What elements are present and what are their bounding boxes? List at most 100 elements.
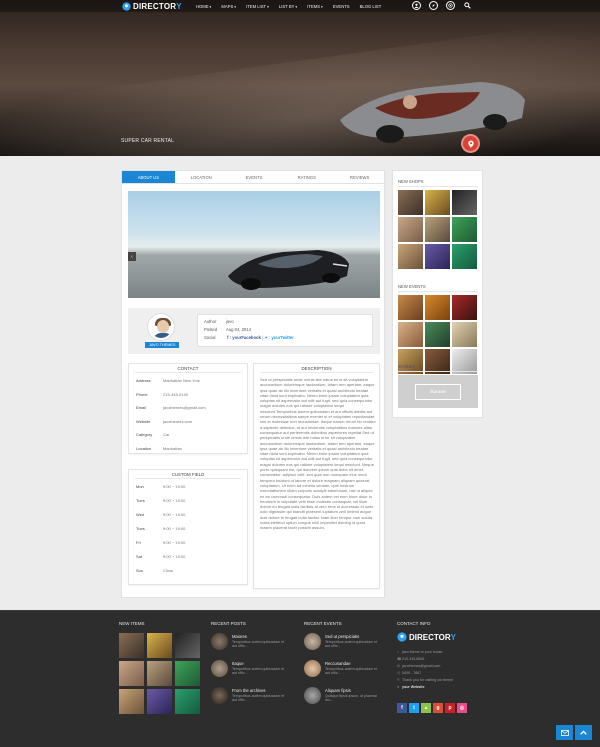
footer-item-thumbnail[interactable]	[119, 661, 144, 686]
recent-post-item[interactable]: Itaque Temporibus autem quibusdam et aut …	[211, 660, 291, 684]
post-thumbnail	[304, 660, 321, 677]
pinterest-icon[interactable]: p	[445, 703, 455, 713]
event-thumbnail[interactable]	[425, 322, 450, 347]
tab-about-us[interactable]: ABOUT US	[122, 171, 175, 183]
footer-item-thumbnail[interactable]	[147, 661, 172, 686]
shop-thumbnail[interactable]	[452, 190, 477, 215]
nav-item-list-by[interactable]: LIST BY	[279, 4, 297, 9]
footer-email[interactable]: ✉ javothemes@gmail.com	[397, 664, 440, 668]
map-pin-logo-icon	[397, 632, 407, 642]
facebook-icon[interactable]: f	[397, 703, 407, 713]
googleplus-icon[interactable]: g	[433, 703, 443, 713]
nav-item-maps[interactable]: MAPS	[221, 4, 236, 9]
footer-note: ✎ Thank you for visiting our theme	[397, 678, 454, 682]
footer-item-thumbnail[interactable]	[175, 661, 200, 686]
post-title[interactable]: Sed ut perspiciatis	[325, 634, 359, 639]
shop-thumbnail[interactable]	[398, 190, 423, 215]
event-thumbnail[interactable]	[398, 322, 423, 347]
detail-tabs: ABOUT US LOCATION EVENTS RATINGS REVIEWS	[122, 171, 386, 184]
shop-thumbnail[interactable]	[452, 217, 477, 242]
contact-title: CONTACT	[135, 364, 241, 373]
row-value: Manhattan	[163, 445, 182, 451]
tab-location[interactable]: LOCATION	[175, 171, 228, 183]
social-icons: f t ▲ g p ◎	[397, 703, 467, 713]
row-label: Mon	[136, 484, 144, 489]
footer-item-thumbnail[interactable]	[119, 633, 144, 658]
social-row: Social f : yourFacebook | ✦ : yourTwitte…	[204, 335, 294, 340]
nav-item-events[interactable]: EVENTS	[333, 4, 350, 9]
recent-post-item[interactable]: From the archives Temporibus autem quibus…	[211, 687, 291, 711]
description-box: DESCRIPTION Sed ut perspiciatis unde omn…	[253, 363, 380, 589]
shop-thumbnail[interactable]	[425, 217, 450, 242]
event-thumbnail[interactable]	[425, 295, 450, 320]
post-excerpt: Temporibus autem quibusdam et aut offic.…	[325, 667, 378, 676]
footer-website[interactable]: ● your Website	[397, 685, 425, 689]
nav-item-home[interactable]: HOME	[196, 4, 211, 9]
tab-reviews[interactable]: REVIEWS	[333, 171, 386, 183]
footer-item-thumbnail[interactable]	[175, 689, 200, 714]
map-pin-logo-icon	[122, 1, 131, 11]
event-thumbnail[interactable]	[452, 295, 477, 320]
recent-event-item[interactable]: Aliquam fipsis Quisque fipsis ipsum, ut p…	[304, 687, 384, 711]
slider-prev-arrow-icon[interactable]: ‹	[128, 252, 136, 261]
shop-thumbnail[interactable]	[452, 244, 477, 269]
row-value: 9:00 ~ 19:00	[163, 526, 186, 531]
user-icon[interactable]	[412, 1, 421, 10]
recent-event-item[interactable]: Reccusandae Temporibus autem quibusdam et…	[304, 660, 384, 684]
row-label: Category	[136, 432, 153, 437]
footer-item-thumbnail[interactable]	[147, 689, 172, 714]
mail-icon[interactable]	[556, 725, 573, 740]
new-events-title: NEW EVENTS	[398, 284, 426, 289]
author-badge[interactable]: JAVO THEMES	[145, 342, 180, 348]
post-title[interactable]: Itaque	[232, 661, 244, 666]
dribbble-icon[interactable]: ◎	[457, 703, 467, 713]
row-value: 215-345-0149	[163, 391, 188, 397]
event-thumbnail[interactable]	[398, 295, 423, 320]
banner-ad[interactable]: Banner	[398, 375, 478, 408]
twitter-icon[interactable]: t	[409, 703, 419, 713]
compass-icon[interactable]	[429, 1, 438, 10]
post-title[interactable]: Reccusandae	[325, 661, 351, 666]
author-row: Author javo	[204, 319, 234, 324]
tab-ratings[interactable]: RATINGS	[280, 171, 333, 183]
row-value: 9:00 ~ 19:00	[163, 554, 186, 559]
contact-box: CONTACT Address Manhattan New York Phone 21…	[128, 363, 248, 454]
footer-logo[interactable]: DIRECTORY	[397, 632, 456, 642]
brand-logo[interactable]: DIRECTORY	[122, 0, 182, 12]
target-icon[interactable]	[446, 1, 455, 10]
nav-item-items[interactable]: ITEMS	[307, 4, 323, 9]
android-icon[interactable]: ▲	[421, 703, 431, 713]
post-title[interactable]: Maiores	[232, 634, 247, 639]
nav-item-item-list[interactable]: ITEM LIST	[246, 4, 269, 9]
recent-post-item[interactable]: Maiores Temporibus autem quibusdam et aut…	[211, 633, 291, 657]
shop-thumbnail[interactable]	[425, 244, 450, 269]
footer-item-thumbnail[interactable]	[119, 689, 144, 714]
shop-thumbnail[interactable]	[425, 190, 450, 215]
twitter-link[interactable]: yourTwitter	[271, 335, 294, 340]
shop-thumbnail[interactable]	[398, 217, 423, 242]
author-card: JAVO THEMES Author javo Posted Aug 04, 201…	[128, 308, 380, 354]
post-title[interactable]: From the archives	[232, 688, 266, 693]
nav-item-blog-list[interactable]: BLOG LIST	[360, 4, 382, 9]
tab-events[interactable]: EVENTS	[228, 171, 281, 183]
custom-field-row: Mon 9:00 ~ 19:00	[136, 484, 242, 489]
footer-item-thumbnail[interactable]	[147, 633, 172, 658]
scroll-top-icon[interactable]	[575, 725, 592, 740]
search-icon[interactable]	[463, 1, 472, 10]
row-value: 9:00 ~ 19:00	[163, 484, 186, 489]
footer-item-thumbnail[interactable]	[175, 633, 200, 658]
post-title[interactable]: Aliquam fipsis	[325, 688, 351, 693]
post-thumbnail	[304, 687, 321, 704]
shop-thumbnail[interactable]	[398, 244, 423, 269]
post-excerpt: Temporibus autem quibusdam et aut offic.…	[232, 640, 285, 649]
footer: NEW ITEMS RECENT POSTS Maiores Temporibus…	[0, 610, 600, 747]
custom-field-box: CUSTOM FIELD Mon 9:00 ~ 19:00 Tues 9:00 ~ 1…	[128, 469, 248, 585]
footer-recent-events-title: RECENT EVENTS	[304, 621, 342, 626]
footer-fax: ⎙ 5409 - 7867	[397, 671, 422, 675]
location-marker-icon[interactable]	[461, 134, 480, 153]
event-thumbnail[interactable]	[452, 322, 477, 347]
recent-event-item[interactable]: Sed ut perspiciatis Temporibus autem quib…	[304, 633, 384, 657]
main-menu: HOME MAPS ITEM LIST LIST BY ITEMS EVENTS BLOG …	[196, 0, 381, 12]
facebook-link[interactable]: f : yourFacebook	[227, 335, 261, 340]
footer-new-items-title: NEW ITEMS	[119, 621, 145, 626]
